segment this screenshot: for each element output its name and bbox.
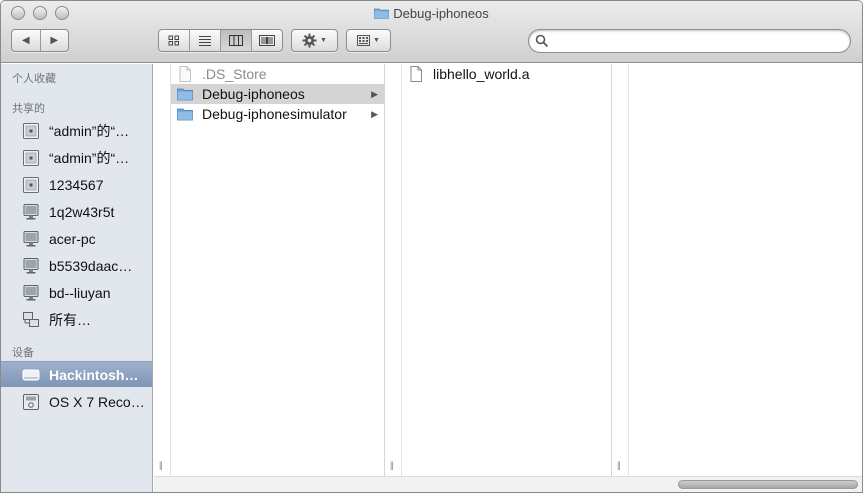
item-name: Debug-iphonesimulator (202, 106, 347, 122)
gear-icon (302, 33, 317, 48)
folder-row[interactable]: Debug-iphonesimulator ▶ (171, 104, 384, 124)
monitor-icon (22, 230, 40, 248)
window-title: Debug-iphoneos (1, 6, 862, 21)
sidebar: 个人收藏 共享的 设备 “admin”的“… “admin”的“… 1234567 1… (1, 64, 153, 492)
column-2[interactable]: || libhello_world.a (385, 64, 612, 476)
search-icon (535, 34, 549, 48)
file-icon (177, 66, 193, 82)
coverflow-view-icon (259, 35, 275, 46)
server-icon (22, 176, 40, 194)
column-1[interactable]: || .DS_Store Debug-iphoneos ▶ Debug-iphones… (154, 64, 385, 476)
column-resize-handle[interactable]: || (159, 460, 163, 470)
search-field[interactable] (528, 29, 851, 53)
sidebar-item-label: b5539daac… (49, 258, 133, 274)
sidebar-item-shared-0[interactable]: “admin”的“… (1, 118, 152, 144)
sidebar-item-shared-7[interactable]: 所有… (1, 307, 152, 333)
column-resize-handle[interactable]: || (390, 460, 394, 470)
back-forward-buttons: ◀ ▶ (11, 29, 69, 52)
column-view-button[interactable] (220, 30, 251, 51)
column-3[interactable]: || (612, 64, 862, 476)
item-name: Debug-iphoneos (202, 86, 305, 102)
icon-view-button[interactable] (159, 30, 189, 51)
sidebar-section-favorites: 个人收藏 (12, 73, 56, 85)
sidebar-section-devices: 设备 (12, 347, 34, 359)
sidebar-item-shared-2[interactable]: 1234567 (1, 172, 152, 198)
list-view-icon (199, 36, 211, 46)
sidebar-item-shared-5[interactable]: b5539daac… (1, 253, 152, 279)
disk-icon (22, 393, 40, 411)
back-arrow-icon[interactable]: ◀ (12, 30, 40, 51)
view-mode-switcher (158, 29, 283, 52)
monitor-icon (22, 257, 40, 275)
search-input[interactable] (553, 32, 843, 50)
folder-icon (374, 8, 390, 19)
sidebar-item-label: bd--liuyan (49, 285, 111, 301)
coverflow-view-button[interactable] (251, 30, 282, 51)
sidebar-item-label: Hackintosh… (49, 366, 139, 383)
sidebar-item-shared-3[interactable]: 1q2w43r5t (1, 199, 152, 225)
chevron-down-icon: ▼ (373, 37, 380, 44)
forward-arrow-icon[interactable]: ▶ (39, 30, 69, 51)
icon-view-icon (168, 35, 179, 46)
file-row[interactable]: .DS_Store (171, 64, 384, 84)
hard-drive-icon (22, 366, 40, 384)
sidebar-item-label: 1q2w43r5t (49, 204, 115, 220)
file-icon (408, 66, 424, 82)
arrange-menu-button[interactable]: ▼ (346, 29, 391, 52)
finder-window: Debug-iphoneos ◀ ▶ ▼ ▼ 个人收藏 共享的 设备 “admi… (0, 0, 863, 493)
disclosure-arrow-icon: ▶ (371, 108, 378, 119)
column-left-strip (385, 64, 402, 476)
sidebar-item-shared-4[interactable]: acer-pc (1, 226, 152, 252)
file-row[interactable]: libhello_world.a (402, 64, 611, 84)
sidebar-item-shared-6[interactable]: bd--liuyan (1, 280, 152, 306)
list-view-button[interactable] (189, 30, 220, 51)
monitor-icon (22, 203, 40, 221)
action-menu-button[interactable]: ▼ (291, 29, 338, 52)
chevron-down-icon: ▼ (320, 37, 327, 44)
folder-icon (177, 106, 193, 122)
sidebar-item-label: acer-pc (49, 231, 96, 247)
sidebar-item-label: 1234567 (49, 177, 104, 193)
monitor-icon (22, 284, 40, 302)
server-icon (22, 149, 40, 167)
column-view-icon (229, 35, 243, 46)
sidebar-item-device-0[interactable]: Hackintosh… (1, 361, 152, 387)
horizontal-scrollbar[interactable] (154, 476, 862, 492)
sidebar-item-label: 所有… (49, 312, 91, 328)
network-icon (22, 311, 40, 329)
scrollbar-thumb[interactable] (678, 480, 858, 489)
server-icon (22, 122, 40, 140)
arrange-grid-icon (357, 35, 371, 46)
disclosure-arrow-icon: ▶ (371, 88, 378, 99)
sidebar-item-label: “admin”的“… (49, 150, 130, 166)
column-browser: || .DS_Store Debug-iphoneos ▶ Debug-iphones… (154, 64, 862, 476)
item-name: .DS_Store (202, 66, 267, 82)
item-name: libhello_world.a (433, 66, 530, 82)
sidebar-section-shared: 共享的 (12, 103, 45, 115)
sidebar-item-shared-1[interactable]: “admin”的“… (1, 145, 152, 171)
folder-icon (177, 86, 193, 102)
window-title-text: Debug-iphoneos (393, 6, 489, 21)
title-bar: Debug-iphoneos ◀ ▶ ▼ ▼ (1, 1, 862, 63)
sidebar-item-label: OS X 7 Reco… (49, 394, 145, 410)
sidebar-item-label: “admin”的“… (49, 123, 130, 139)
folder-row[interactable]: Debug-iphoneos ▶ (171, 84, 384, 104)
column-left-strip (154, 64, 171, 476)
sidebar-item-device-1[interactable]: OS X 7 Reco… (1, 389, 152, 415)
column-resize-handle[interactable]: || (617, 460, 621, 470)
column-left-strip (612, 64, 629, 476)
